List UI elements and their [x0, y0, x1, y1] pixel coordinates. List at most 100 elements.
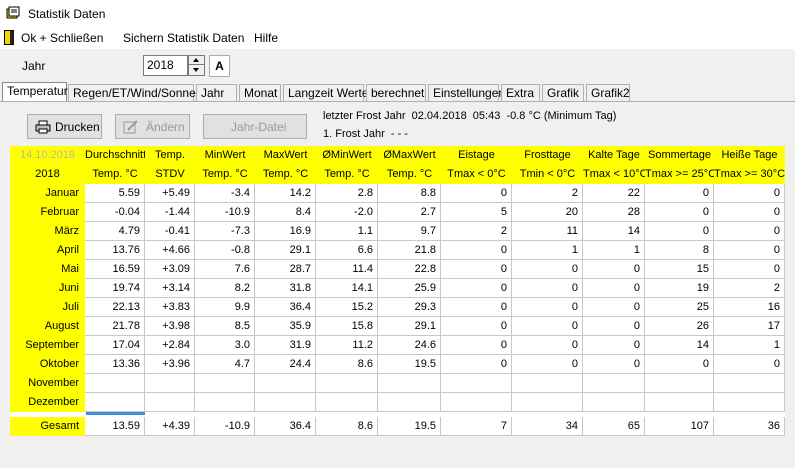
table-cell[interactable]: 19.74: [85, 279, 145, 298]
table-cell[interactable]: 26: [645, 317, 714, 336]
table-cell[interactable]: 21.78: [85, 317, 145, 336]
table-cell[interactable]: [145, 374, 195, 393]
a-button[interactable]: A: [209, 55, 230, 77]
table-cell[interactable]: 0: [583, 336, 645, 355]
table-cell[interactable]: 1.1: [316, 222, 378, 241]
table-cell[interactable]: 17.04: [85, 336, 145, 355]
total-cell[interactable]: 8.6: [316, 417, 378, 436]
table-cell[interactable]: [714, 393, 785, 412]
table-cell[interactable]: 0: [714, 355, 785, 374]
table-cell[interactable]: 8.2: [195, 279, 255, 298]
table-cell[interactable]: 36.4: [255, 298, 316, 317]
total-cell[interactable]: 65: [583, 417, 645, 436]
table-cell[interactable]: 25: [645, 298, 714, 317]
total-cell[interactable]: 19.5: [378, 417, 441, 436]
table-cell[interactable]: 8.5: [195, 317, 255, 336]
table-cell[interactable]: 20: [512, 203, 583, 222]
year-spinner[interactable]: [188, 55, 205, 76]
table-cell[interactable]: 22: [583, 184, 645, 203]
table-cell[interactable]: +4.66: [145, 241, 195, 260]
table-cell[interactable]: 11.2: [316, 336, 378, 355]
table-cell[interactable]: 14: [583, 222, 645, 241]
table-cell[interactable]: +2.84: [145, 336, 195, 355]
table-cell[interactable]: 0: [512, 336, 583, 355]
tab-berechnet[interactable]: berechnet: [366, 84, 426, 102]
table-cell[interactable]: 8.8: [378, 184, 441, 203]
table-cell[interactable]: 0: [714, 222, 785, 241]
table-cell[interactable]: 0: [714, 260, 785, 279]
table-cell[interactable]: 4.7: [195, 355, 255, 374]
table-cell[interactable]: 21.8: [378, 241, 441, 260]
table-cell[interactable]: [378, 393, 441, 412]
table-cell[interactable]: [378, 374, 441, 393]
table-cell[interactable]: 15.8: [316, 317, 378, 336]
table-cell[interactable]: 22.13: [85, 298, 145, 317]
table-cell[interactable]: 19.5: [378, 355, 441, 374]
tab-grafik2[interactable]: Grafik2: [586, 84, 630, 102]
table-cell[interactable]: [714, 374, 785, 393]
year-file-button[interactable]: Jahr-Datei: [203, 114, 307, 139]
table-cell[interactable]: [145, 393, 195, 412]
table-cell[interactable]: -2.0: [316, 203, 378, 222]
table-cell[interactable]: 29.1: [378, 317, 441, 336]
table-cell[interactable]: +3.09: [145, 260, 195, 279]
table-cell[interactable]: [441, 393, 512, 412]
table-cell[interactable]: +3.14: [145, 279, 195, 298]
table-cell[interactable]: 0: [645, 203, 714, 222]
total-cell[interactable]: 107: [645, 417, 714, 436]
table-cell[interactable]: 4.79: [85, 222, 145, 241]
table-cell[interactable]: 28: [583, 203, 645, 222]
table-cell[interactable]: 0: [583, 260, 645, 279]
table-cell[interactable]: [255, 393, 316, 412]
table-cell[interactable]: 13.76: [85, 241, 145, 260]
table-cell[interactable]: [441, 374, 512, 393]
table-cell[interactable]: 0: [583, 355, 645, 374]
tab-temperatur[interactable]: Temperatur: [2, 82, 68, 102]
table-cell[interactable]: 13.36: [85, 355, 145, 374]
tab-monat[interactable]: Monat: [239, 84, 281, 102]
table-cell[interactable]: [645, 374, 714, 393]
table-cell[interactable]: 8.4: [255, 203, 316, 222]
table-cell[interactable]: 5.59: [85, 184, 145, 203]
table-cell[interactable]: 0: [512, 279, 583, 298]
table-cell[interactable]: 0: [714, 184, 785, 203]
table-cell[interactable]: 15: [645, 260, 714, 279]
table-cell[interactable]: 16.9: [255, 222, 316, 241]
tab-jahr[interactable]: Jahr: [196, 84, 237, 102]
table-cell[interactable]: 0: [583, 317, 645, 336]
table-cell[interactable]: 29.1: [255, 241, 316, 260]
table-cell[interactable]: 14.1: [316, 279, 378, 298]
table-cell[interactable]: 0: [645, 184, 714, 203]
table-cell[interactable]: 2: [714, 279, 785, 298]
table-cell[interactable]: 0: [583, 298, 645, 317]
total-cell[interactable]: -10.9: [195, 417, 255, 436]
table-cell[interactable]: 0: [441, 260, 512, 279]
table-cell[interactable]: 0: [441, 355, 512, 374]
table-cell[interactable]: +3.98: [145, 317, 195, 336]
year-input[interactable]: 2018: [143, 55, 188, 76]
table-cell[interactable]: [512, 374, 583, 393]
table-cell[interactable]: 11: [512, 222, 583, 241]
table-cell[interactable]: [195, 374, 255, 393]
table-cell[interactable]: 1: [714, 336, 785, 355]
table-cell[interactable]: 2.7: [378, 203, 441, 222]
table-cell[interactable]: +5.49: [145, 184, 195, 203]
table-cell[interactable]: 2: [512, 184, 583, 203]
table-cell[interactable]: 7.6: [195, 260, 255, 279]
tab-langzeit[interactable]: Langzeit Werte: [283, 84, 369, 102]
table-cell[interactable]: 31.8: [255, 279, 316, 298]
table-cell[interactable]: [316, 374, 378, 393]
table-cell[interactable]: 5: [441, 203, 512, 222]
table-cell[interactable]: [195, 393, 255, 412]
table-cell[interactable]: 16: [714, 298, 785, 317]
table-cell[interactable]: 19: [645, 279, 714, 298]
total-cell[interactable]: 7: [441, 417, 512, 436]
table-cell[interactable]: 25.9: [378, 279, 441, 298]
table-cell[interactable]: 8.6: [316, 355, 378, 374]
total-cell[interactable]: 36.4: [255, 417, 316, 436]
table-cell[interactable]: 29.3: [378, 298, 441, 317]
tab-einstellungen[interactable]: Einstellungen: [428, 84, 505, 102]
table-cell[interactable]: 0: [714, 241, 785, 260]
total-cell[interactable]: 36: [714, 417, 785, 436]
table-cell[interactable]: 24.4: [255, 355, 316, 374]
